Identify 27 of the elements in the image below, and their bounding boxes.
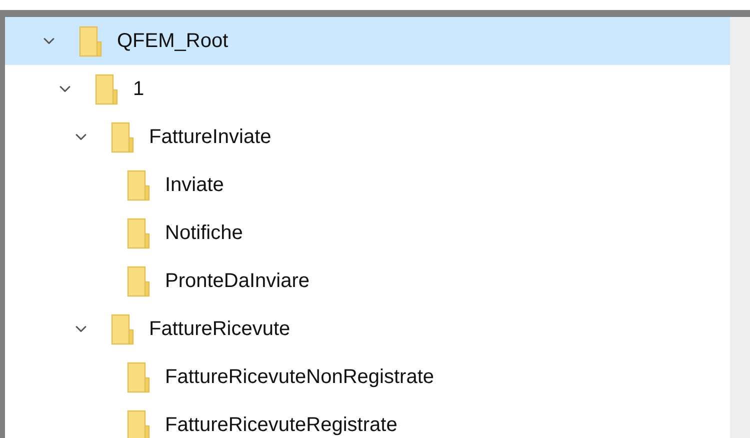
folder-label: Inviate bbox=[165, 173, 224, 198]
folder-icon bbox=[127, 266, 151, 296]
tree-item[interactable]: PronteDaInviare bbox=[5, 257, 730, 305]
tree-item[interactable]: Inviate bbox=[5, 161, 730, 209]
folder-icon bbox=[111, 314, 135, 344]
tree-item[interactable]: FattureRicevuteRegistrate bbox=[5, 401, 730, 438]
folder-icon bbox=[127, 362, 151, 392]
folder-icon bbox=[127, 218, 151, 248]
folder-label: Notifiche bbox=[165, 221, 243, 246]
tree-item[interactable]: Notifiche bbox=[5, 209, 730, 257]
tree-item[interactable]: 1 bbox=[5, 65, 730, 113]
tree-item[interactable]: QFEM_Root bbox=[5, 17, 730, 65]
folder-label: FattureRicevute bbox=[149, 317, 290, 342]
folder-label: FattureRicevuteNonRegistrate bbox=[165, 365, 434, 390]
tree-item[interactable]: FattureRicevuteNonRegistrate bbox=[5, 353, 730, 401]
folder-label: FattureInviate bbox=[149, 125, 272, 150]
folder-icon bbox=[95, 74, 119, 104]
folder-label: 1 bbox=[133, 77, 144, 102]
tree-item[interactable]: FattureInviate bbox=[5, 113, 730, 161]
folder-icon bbox=[79, 26, 103, 56]
folder-icon bbox=[127, 410, 151, 438]
folder-label: FattureRicevuteRegistrate bbox=[165, 413, 398, 438]
folder-label: PronteDaInviare bbox=[165, 269, 310, 294]
tree-item[interactable]: FattureRicevute bbox=[5, 305, 730, 353]
folder-icon bbox=[127, 170, 151, 200]
folder-label: QFEM_Root bbox=[117, 29, 228, 54]
folder-icon bbox=[111, 122, 135, 152]
